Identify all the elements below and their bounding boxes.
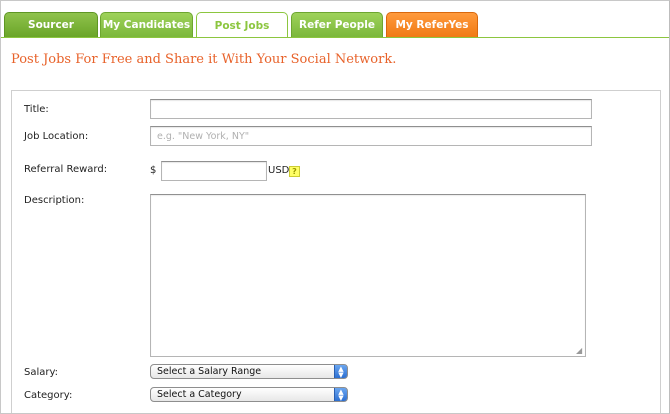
salary-select-value: Select a Salary Range [157,366,262,377]
tab-bar: Sourcer My Candidates Post Jobs Refer Pe… [1,12,669,38]
description-label: Description: [24,195,85,206]
currency-unit: USD [268,165,290,176]
tab-my-candidates[interactable]: My Candidates [100,12,193,37]
post-job-form: Title: Job Location: e.g. "New York, NY"… [11,90,661,413]
tab-underline [1,37,669,38]
description-textarea[interactable]: ◢ [150,194,586,357]
category-select[interactable]: Select a Category ▲ ▼ [150,387,348,402]
tab-sourcer[interactable]: Sourcer [4,12,98,37]
page-frame: Sourcer My Candidates Post Jobs Refer Pe… [0,0,670,414]
title-input[interactable] [150,99,592,119]
salary-label: Salary: [24,367,59,378]
referral-reward-input[interactable] [161,161,267,181]
help-icon[interactable]: ? [289,166,300,177]
category-label: Category: [24,390,73,401]
tab-my-referyes[interactable]: My ReferYes [386,12,478,37]
job-location-input[interactable]: e.g. "New York, NY" [150,126,592,146]
category-select-value: Select a Category [157,389,242,400]
salary-select[interactable]: Select a Salary Range ▲ ▼ [150,364,348,379]
tab-post-jobs[interactable]: Post Jobs [196,12,288,38]
title-label: Title: [24,104,49,115]
resize-grip-icon[interactable]: ◢ [576,347,584,355]
job-location-label: Job Location: [24,131,89,142]
page-headline: Post Jobs For Free and Share it With You… [11,52,397,67]
select-arrows-icon: ▲ ▼ [334,365,347,378]
referral-reward-label: Referral Reward: [24,164,108,175]
currency-symbol: $ [150,165,157,176]
select-arrows-icon: ▲ ▼ [334,388,347,401]
tab-refer-people[interactable]: Refer People [291,12,383,37]
